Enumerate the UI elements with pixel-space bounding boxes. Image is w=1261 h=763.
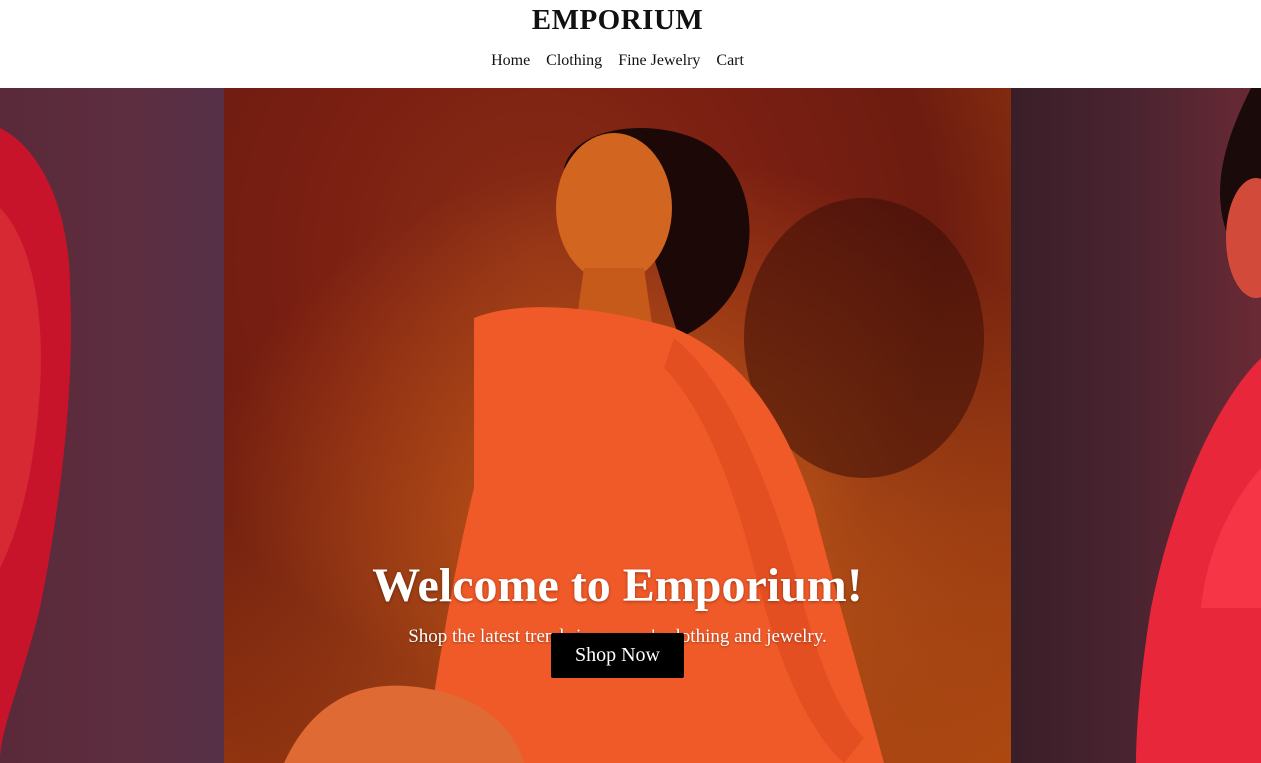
nav-fine-jewelry-link[interactable]: Fine Jewelry: [618, 52, 700, 69]
brand-logo[interactable]: EMPORIUM: [0, 4, 1235, 37]
carousel-slide-previous[interactable]: [0, 88, 224, 763]
hero-title: Welcome to Emporium!: [372, 559, 863, 613]
shop-now-button[interactable]: Shop Now: [551, 633, 684, 678]
main-nav: Home Clothing Fine Jewelry Cart: [0, 52, 1235, 70]
site-header: EMPORIUM Home Clothing Fine Jewelry Cart: [0, 0, 1261, 88]
model-figure-image: [0, 128, 71, 763]
nav-cart-link[interactable]: Cart: [716, 52, 744, 69]
model-figure-image: [1136, 88, 1261, 763]
carousel-slide-next[interactable]: [1011, 88, 1261, 763]
nav-clothing-link[interactable]: Clothing: [546, 52, 602, 69]
hero-carousel: Welcome to Emporium! Shop the latest tre…: [0, 88, 1261, 763]
nav-home-link[interactable]: Home: [491, 52, 530, 69]
